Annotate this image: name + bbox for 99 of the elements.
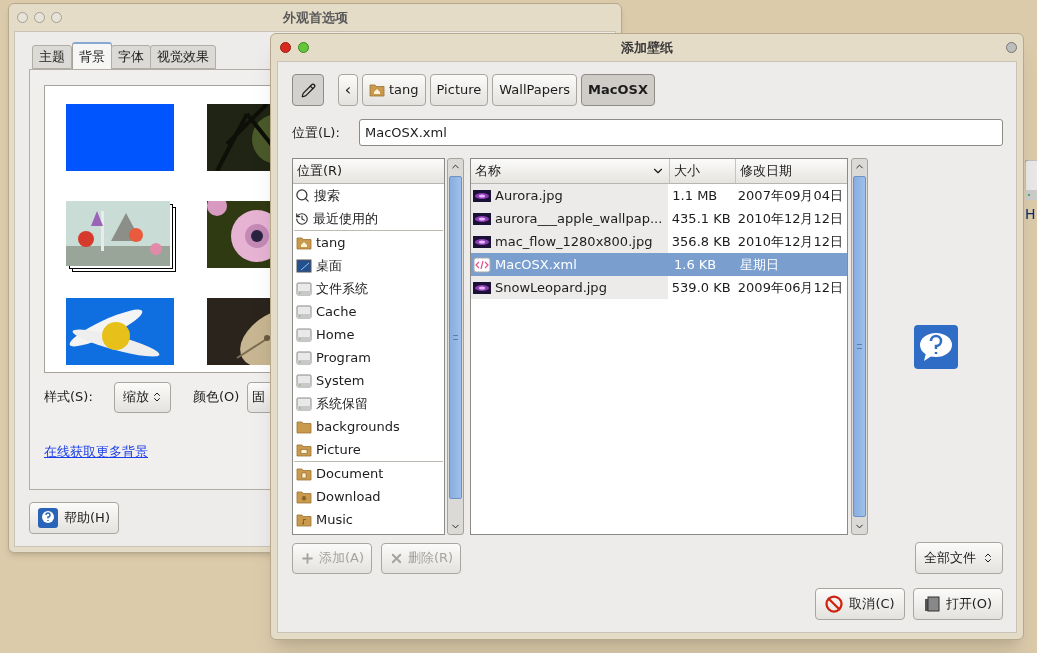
edit-location-button[interactable] bbox=[292, 74, 324, 106]
table-cell: MacOSX.xml bbox=[471, 253, 670, 276]
column-header[interactable]: 名称 bbox=[471, 159, 670, 183]
place-item[interactable]: Cache bbox=[294, 300, 443, 323]
path-button[interactable]: tang bbox=[362, 74, 426, 106]
home-folder-icon bbox=[369, 82, 385, 98]
code-file-icon bbox=[473, 256, 491, 273]
cancel-icon bbox=[825, 595, 844, 613]
table-cell-text: 星期日 bbox=[739, 255, 780, 274]
document-folder-icon bbox=[296, 465, 312, 482]
drive-icon bbox=[296, 280, 312, 297]
file-type-select[interactable]: 全部文件 bbox=[915, 542, 1003, 574]
color-label: 颜色(O) bbox=[193, 388, 241, 407]
place-item[interactable]: Program bbox=[294, 346, 443, 369]
column-header[interactable]: 修改日期 bbox=[736, 159, 847, 183]
file-row[interactable]: aurora___apple_wallpap... 435.1 KB 2010年12月12日 bbox=[471, 207, 847, 230]
place-item[interactable]: 搜索 bbox=[293, 184, 444, 207]
image-thumbnail-icon bbox=[473, 281, 491, 294]
scrollbar[interactable] bbox=[447, 158, 464, 535]
history-icon bbox=[295, 211, 309, 226]
place-item[interactable]: Home bbox=[294, 323, 443, 346]
table-cell-text: 356.8 KB bbox=[670, 232, 732, 251]
help-speech-bubble-icon bbox=[913, 324, 958, 369]
table-cell-text: 1.1 MB bbox=[671, 186, 719, 205]
desktop-icon-label: H bbox=[1025, 205, 1037, 224]
picture-folder-icon bbox=[296, 441, 312, 458]
place-item[interactable]: 桌面 bbox=[294, 254, 443, 277]
tab[interactable]: 主题 bbox=[32, 45, 72, 69]
more-backgrounds-link[interactable]: 在线获取更多背景 bbox=[44, 442, 148, 462]
place-item[interactable]: Music bbox=[294, 508, 443, 531]
cancel-button[interactable]: 取消(C) bbox=[815, 588, 905, 620]
path-button[interactable]: MacOSX bbox=[581, 74, 655, 106]
open-button[interactable]: 打开(O) bbox=[913, 588, 1003, 620]
table-cell-text: 435.1 KB bbox=[670, 209, 732, 228]
place-item[interactable]: 最近使用的 bbox=[293, 207, 444, 230]
table-cell-text: 2007年09月04日 bbox=[736, 186, 844, 205]
style-label: 样式(S): bbox=[44, 388, 94, 407]
column-header[interactable]: 位置(R) bbox=[293, 159, 444, 184]
place-item[interactable]: Picture bbox=[294, 438, 443, 461]
window-title: 添加壁纸 bbox=[621, 38, 673, 57]
style-select[interactable]: 缩放 bbox=[114, 381, 171, 413]
location-label: 位置(L): bbox=[292, 123, 341, 142]
table-cell-text: 2009年06月12日 bbox=[736, 278, 844, 297]
music-folder-icon bbox=[296, 511, 312, 528]
image-thumbnail-icon bbox=[473, 235, 491, 248]
window-control-button[interactable] bbox=[17, 12, 28, 23]
drive-icon bbox=[296, 372, 312, 389]
tab[interactable]: 背景 bbox=[72, 42, 112, 69]
table-cell: Aurora.jpg bbox=[471, 184, 669, 207]
file-row[interactable]: Aurora.jpg 1.1 MB 2007年09月04日 bbox=[471, 184, 847, 207]
color-swatch[interactable] bbox=[66, 104, 174, 171]
location-field[interactable]: MacOSX.xml bbox=[359, 119, 1003, 146]
path-button[interactable]: WallPapers bbox=[492, 74, 578, 106]
tab[interactable]: 字体 bbox=[111, 45, 151, 69]
drive-icon bbox=[296, 395, 312, 412]
window-control-button[interactable] bbox=[51, 12, 62, 23]
up-down-arrows-icon bbox=[982, 552, 994, 564]
place-item[interactable]: tang bbox=[294, 231, 443, 254]
drive-icon bbox=[296, 349, 312, 366]
table-cell: SnowLeopard.jpg bbox=[471, 276, 668, 299]
download-folder-icon bbox=[296, 488, 312, 505]
open-icon bbox=[923, 596, 940, 612]
place-item[interactable]: System bbox=[294, 369, 443, 392]
close-button[interactable] bbox=[280, 42, 291, 53]
table-cell-text: 1.6 KB bbox=[673, 255, 718, 274]
tab[interactable]: 视觉效果 bbox=[150, 45, 216, 69]
desktop-icon bbox=[296, 257, 312, 274]
column-header[interactable]: 大小 bbox=[670, 159, 736, 183]
table-cell: mac_flow_1280x800.jpg bbox=[471, 230, 668, 253]
folder-icon bbox=[296, 418, 312, 435]
search-icon bbox=[295, 188, 310, 203]
file-row[interactable]: SnowLeopard.jpg 539.0 KB 2009年06月12日 bbox=[471, 276, 847, 299]
maximize-button[interactable] bbox=[1006, 42, 1017, 53]
place-item[interactable]: backgrounds bbox=[294, 415, 443, 438]
drive-icon bbox=[296, 303, 312, 320]
back-button[interactable]: ‹ bbox=[338, 74, 358, 106]
home-folder-icon bbox=[296, 234, 312, 251]
place-item[interactable]: 文件系统 bbox=[294, 277, 443, 300]
table-cell-text: 2010年12月12日 bbox=[736, 232, 844, 251]
scrollbar[interactable] bbox=[851, 158, 868, 535]
table-cell: aurora___apple_wallpap... bbox=[471, 207, 668, 230]
minimize-button[interactable] bbox=[298, 42, 309, 53]
place-item[interactable]: Document bbox=[294, 462, 443, 485]
image-thumbnail-icon bbox=[473, 189, 491, 202]
table-cell-text: 539.0 KB bbox=[670, 278, 732, 297]
place-item[interactable]: Download bbox=[294, 485, 443, 508]
window-control-button[interactable] bbox=[34, 12, 45, 23]
plus-icon bbox=[299, 550, 315, 566]
help-button[interactable]: 帮助(H) bbox=[29, 502, 119, 534]
drive-icon[interactable] bbox=[1025, 160, 1037, 200]
image-thumbnail-icon bbox=[473, 212, 491, 225]
window-title: 外观首选项 bbox=[282, 8, 348, 27]
help-icon bbox=[38, 508, 59, 528]
file-row[interactable]: mac_flow_1280x800.jpg 356.8 KB 2010年12月12日 bbox=[471, 230, 847, 253]
place-item[interactable]: 系统保留 bbox=[294, 392, 443, 415]
path-button[interactable]: Picture bbox=[429, 74, 489, 106]
pencil-icon bbox=[300, 82, 316, 98]
drive-icon bbox=[296, 326, 312, 343]
table-cell-text: 2010年12月12日 bbox=[736, 209, 844, 228]
